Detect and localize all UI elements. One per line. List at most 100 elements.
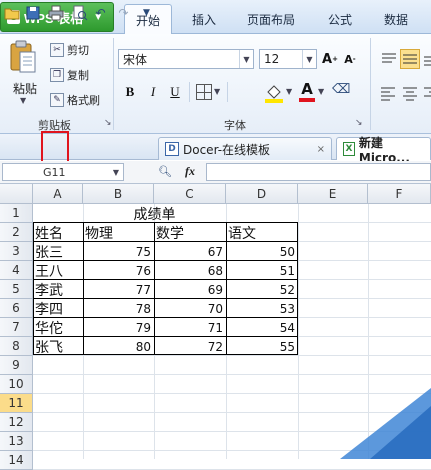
math-cell[interactable]: 71 xyxy=(155,318,226,337)
align-middle-icon[interactable] xyxy=(400,49,420,69)
align-right-icon[interactable] xyxy=(422,84,431,102)
chinese-cell[interactable]: 51 xyxy=(227,261,298,280)
paste-dropdown-icon[interactable]: ▼ xyxy=(20,96,26,105)
customize-toolbar-icon[interactable]: ▼ xyxy=(138,4,155,21)
shrink-font-icon[interactable]: A- xyxy=(341,50,359,68)
header-cell[interactable]: 数学 xyxy=(155,223,226,242)
align-center-icon[interactable] xyxy=(401,84,419,102)
name-cell[interactable]: 李四 xyxy=(34,299,83,318)
column-header[interactable]: C xyxy=(154,184,226,204)
align-left-icon[interactable] xyxy=(379,84,397,102)
row-header[interactable]: 2 xyxy=(0,223,33,242)
row-header[interactable]: 7 xyxy=(0,318,33,337)
gridline xyxy=(298,204,299,459)
doc-tab-new[interactable]: X 新建 Micro... xyxy=(336,136,431,165)
header-cell[interactable]: 语文 xyxy=(227,223,298,242)
column-header[interactable]: F xyxy=(368,184,431,204)
print-preview-icon[interactable] xyxy=(71,4,88,21)
cut-button[interactable]: ✂ 剪切 xyxy=(50,42,89,58)
name-cell[interactable]: 李武 xyxy=(34,280,83,299)
tab-formulas[interactable]: 公式 xyxy=(316,4,364,34)
redo-icon[interactable]: ↷ xyxy=(115,4,132,21)
row-header[interactable]: 6 xyxy=(0,299,33,318)
copy-button[interactable]: ❐ 复制 xyxy=(50,67,89,83)
row-header[interactable]: 4 xyxy=(0,261,33,280)
name-box[interactable]: G11 ▼ xyxy=(2,163,124,181)
chinese-cell[interactable]: 55 xyxy=(227,337,298,356)
name-cell[interactable]: 张飞 xyxy=(34,337,83,356)
column-header[interactable]: E xyxy=(298,184,368,204)
sheet-title[interactable]: 成绩单 xyxy=(83,204,226,223)
tab-insert[interactable]: 插入 xyxy=(180,4,228,34)
chevron-down-icon[interactable]: ▼ xyxy=(286,87,292,96)
row-header[interactable]: 12 xyxy=(0,413,33,432)
math-cell[interactable]: 72 xyxy=(155,337,226,356)
tab-page-layout[interactable]: 页面布局 xyxy=(238,4,304,34)
group-launcher-icon[interactable]: ↘ xyxy=(104,118,112,128)
zoom-magnifier-icon[interactable]: 🔍︎ xyxy=(158,165,172,178)
spreadsheet-icon: X xyxy=(343,142,355,156)
bold-button[interactable]: B xyxy=(121,83,139,101)
physics-cell[interactable]: 77 xyxy=(84,280,154,299)
grow-font-icon[interactable]: A + xyxy=(321,50,339,68)
close-icon[interactable]: × xyxy=(317,144,325,155)
clear-format-icon[interactable]: ⌫ xyxy=(332,82,354,102)
font-color-icon[interactable]: A xyxy=(297,80,317,104)
math-cell[interactable]: 67 xyxy=(155,242,226,261)
chevron-down-icon[interactable]: ▼ xyxy=(214,87,220,96)
italic-button[interactable]: I xyxy=(144,83,162,101)
doc-tab-docer[interactable]: D Docer-在线模板 × xyxy=(158,137,332,160)
align-bottom-icon[interactable] xyxy=(422,50,431,68)
name-cell[interactable]: 张三 xyxy=(34,242,83,261)
header-cell[interactable]: 物理 xyxy=(84,223,154,242)
physics-cell[interactable]: 79 xyxy=(84,318,154,337)
chevron-down-icon: ▼ xyxy=(302,50,316,68)
row-header[interactable]: 11 xyxy=(0,394,33,413)
physics-cell[interactable]: 78 xyxy=(84,299,154,318)
fill-color-icon[interactable] xyxy=(263,82,285,104)
chevron-down-icon[interactable]: ▼ xyxy=(113,168,119,177)
row-header[interactable]: 1 xyxy=(0,204,33,223)
row-header[interactable]: 14 xyxy=(0,451,33,470)
name-cell[interactable]: 华佗 xyxy=(34,318,83,337)
font-name-combo[interactable]: 宋体 ▼ xyxy=(118,49,254,69)
chinese-cell[interactable]: 52 xyxy=(227,280,298,299)
row-header[interactable]: 5 xyxy=(0,280,33,299)
align-top-icon[interactable] xyxy=(379,50,397,68)
open-folder-icon[interactable] xyxy=(3,4,20,21)
physics-cell[interactable]: 75 xyxy=(84,242,154,261)
math-cell[interactable]: 70 xyxy=(155,299,226,318)
insert-function-button[interactable]: fx xyxy=(185,164,195,179)
chinese-cell[interactable]: 50 xyxy=(227,242,298,261)
physics-cell[interactable]: 76 xyxy=(84,261,154,280)
math-cell[interactable]: 69 xyxy=(155,280,226,299)
name-cell[interactable]: 王八 xyxy=(34,261,83,280)
chinese-cell[interactable]: 54 xyxy=(227,318,298,337)
font-size-combo[interactable]: 12 ▼ xyxy=(259,49,317,69)
math-cell[interactable]: 68 xyxy=(155,261,226,280)
paste-icon[interactable] xyxy=(8,40,38,76)
paste-button[interactable]: 粘贴 xyxy=(13,80,37,97)
header-cell[interactable]: 姓名 xyxy=(34,223,83,242)
physics-cell[interactable]: 80 xyxy=(84,337,154,356)
print-icon[interactable] xyxy=(47,4,64,21)
undo-icon[interactable]: ↶ xyxy=(92,4,109,21)
column-header[interactable]: D xyxy=(226,184,298,204)
row-header[interactable]: 13 xyxy=(0,432,33,451)
chevron-down-icon[interactable]: ▼ xyxy=(318,87,324,96)
save-icon[interactable] xyxy=(24,4,41,21)
formula-input[interactable] xyxy=(206,163,431,181)
chinese-cell[interactable]: 53 xyxy=(227,299,298,318)
tab-data[interactable]: 数据 xyxy=(372,4,420,34)
column-header[interactable]: A xyxy=(33,184,83,204)
row-header[interactable]: 3 xyxy=(0,242,33,261)
row-header[interactable]: 10 xyxy=(0,375,33,394)
format-painter-button[interactable]: ✎ 格式刷 xyxy=(50,92,100,108)
borders-icon[interactable] xyxy=(196,84,212,100)
row-header[interactable]: 9 xyxy=(0,356,33,375)
underline-button[interactable]: U xyxy=(166,83,184,101)
row-header[interactable]: 8 xyxy=(0,337,33,356)
select-all-corner[interactable] xyxy=(0,184,33,204)
group-launcher-icon[interactable]: ↘ xyxy=(355,118,363,128)
column-header[interactable]: B xyxy=(83,184,154,204)
